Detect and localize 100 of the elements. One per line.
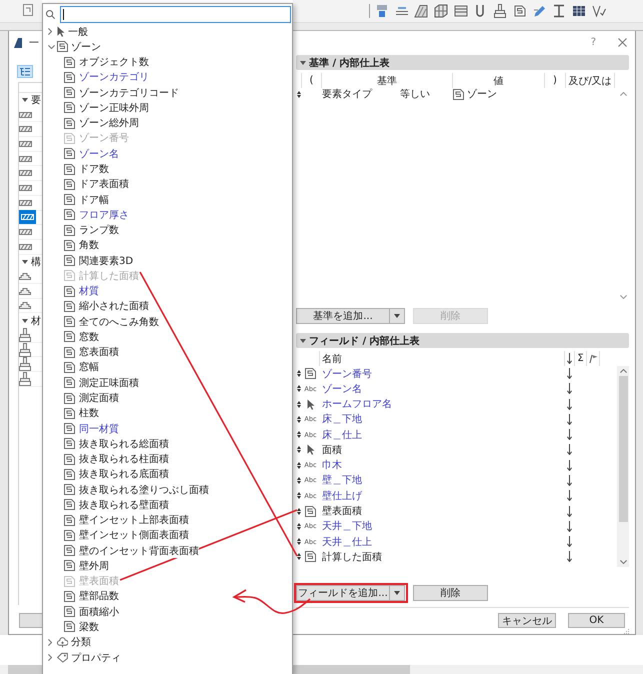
ok-button[interactable]: OK	[568, 613, 625, 628]
tree-view-button[interactable]	[17, 65, 33, 78]
add-field-button[interactable]: フィールドを追加...	[296, 585, 390, 601]
tree-item[interactable]: 抜き取られる柱面積	[79, 452, 169, 466]
tree-item[interactable]: 窓幅	[79, 360, 99, 374]
tree-item[interactable]: 抜き取られる底面積	[79, 467, 169, 482]
tree-item[interactable]: 面積縮小	[79, 604, 119, 619]
tree-item[interactable]: 窓表面積	[79, 345, 119, 360]
wall-icon[interactable]	[19, 140, 32, 147]
frame-icon[interactable]	[23, 4, 33, 16]
chevron-up-icon[interactable]	[620, 369, 626, 373]
tree-item[interactable]: 測定正味面積	[79, 376, 139, 390]
tree-item[interactable]: 壁インセット上部表面積	[79, 513, 189, 528]
stair-icon[interactable]	[19, 301, 31, 310]
pencil-icon[interactable]	[532, 4, 546, 18]
caret-down-icon[interactable]	[300, 338, 306, 342]
scrollbar-thumb[interactable]	[8, 665, 42, 674]
tree-item[interactable]: ランプ数	[79, 223, 119, 238]
drag-handle-icon[interactable]	[297, 416, 301, 423]
tree-item[interactable]: 材質	[79, 284, 99, 298]
tree-item[interactable]: ゾーン名	[79, 146, 119, 161]
brush-icon[interactable]	[19, 357, 31, 372]
zone-icon[interactable]	[512, 4, 527, 18]
tree-item[interactable]: ゾーン正味外周	[79, 100, 149, 115]
field-name[interactable]: ゾーン名	[322, 384, 362, 395]
block-icon[interactable]	[375, 4, 389, 18]
i-beam-icon[interactable]	[552, 4, 566, 18]
drag-handle-icon[interactable]	[297, 462, 301, 469]
tree-item[interactable]: オブジェクト数	[79, 55, 149, 70]
drag-handle-icon[interactable]	[297, 538, 301, 546]
tree-item[interactable]: フロア厚さ	[79, 208, 129, 222]
add-criterion-button[interactable]: 基準を追加...	[296, 308, 390, 324]
striped-panel-icon[interactable]	[454, 4, 468, 18]
cancel-button[interactable]: キャンセル	[498, 613, 556, 628]
delete-button[interactable]: 削除	[413, 585, 488, 601]
tree-item[interactable]: 抜き取られる総面積	[79, 436, 169, 451]
stair-icon[interactable]	[19, 272, 31, 280]
field-name[interactable]: 天井＿仕上	[322, 536, 372, 548]
wall-icon[interactable]	[19, 126, 32, 132]
chevron-down-icon[interactable]	[620, 295, 626, 299]
tree-item[interactable]: ゾーンカテゴリコード	[79, 86, 179, 100]
stair-icon[interactable]	[19, 286, 31, 295]
field-name[interactable]: ホームフロア名	[322, 399, 392, 410]
tree-item[interactable]: 梁数	[79, 620, 99, 634]
field-name[interactable]: 壁仕上げ	[322, 490, 362, 502]
chevron-right-icon[interactable]	[48, 638, 52, 646]
tree-item[interactable]: ゾーン総外周	[79, 116, 139, 130]
dropdown-button[interactable]	[390, 308, 405, 324]
field-name[interactable]: 天井＿下地	[322, 521, 372, 532]
wall-icon[interactable]	[19, 112, 32, 118]
drag-handle-icon[interactable]	[297, 90, 301, 98]
wall-icon[interactable]	[19, 170, 32, 176]
caret-down-icon[interactable]	[300, 60, 306, 64]
wall-icon[interactable]	[19, 244, 32, 250]
field-name[interactable]: 床＿下地	[322, 414, 362, 426]
chevron-down-icon[interactable]	[48, 44, 55, 49]
caret-down-icon[interactable]	[22, 260, 28, 264]
tree-item[interactable]: 一般	[68, 24, 88, 39]
section-header[interactable]: フィールド / 内部仕上表	[296, 333, 629, 348]
wall-icon[interactable]	[19, 156, 32, 162]
hatched-shape-icon[interactable]	[414, 4, 428, 18]
search-field[interactable]	[60, 6, 291, 22]
tree-item[interactable]: 壁部品数	[79, 589, 119, 604]
tree-item[interactable]: ゾーンカテゴリ	[79, 70, 149, 84]
dropdown-button[interactable]	[390, 585, 405, 601]
field-name[interactable]: ゾーン番号	[322, 368, 372, 380]
field-name[interactable]: 計算した面積	[322, 552, 382, 563]
drag-handle-icon[interactable]	[297, 508, 301, 515]
tree-item[interactable]: ゾーン	[71, 40, 101, 54]
field-name[interactable]: 壁＿下地	[322, 475, 362, 486]
field-name[interactable]: 床＿仕上	[322, 430, 362, 441]
tree-item[interactable]: 壁のインセット背面表面積	[79, 544, 199, 558]
brush-icon[interactable]	[19, 328, 31, 342]
tree-item[interactable]: 縮小された面積	[79, 299, 149, 314]
section-header[interactable]: 基準 / 内部仕上表	[296, 55, 629, 70]
drag-handle-icon[interactable]	[297, 370, 301, 378]
chevron-up-icon[interactable]	[620, 92, 626, 96]
drag-handle-icon[interactable]	[297, 476, 301, 484]
checkmark-icon[interactable]	[592, 4, 606, 18]
tree-item[interactable]: 柱数	[79, 406, 99, 420]
field-name[interactable]: 壁表面積	[322, 506, 362, 518]
tree-item[interactable]: 関連要素3D	[79, 254, 134, 268]
field-name[interactable]: 面積	[322, 444, 342, 456]
tree-item[interactable]: 同一材質	[79, 422, 119, 436]
chevron-right-icon[interactable]	[48, 28, 52, 36]
scrollbar[interactable]	[617, 366, 629, 567]
tree-item[interactable]: 抜き取られる塗りつぶし面積	[79, 482, 209, 497]
drag-handle-icon[interactable]	[297, 553, 301, 560]
brush-icon[interactable]	[19, 342, 31, 357]
brush-icon[interactable]	[19, 372, 31, 386]
tree-item[interactable]: 全てのへこみ角数	[79, 314, 159, 329]
mesh-icon[interactable]	[434, 4, 448, 18]
tree-item[interactable]: 角数	[79, 238, 99, 252]
tree-item[interactable]: 測定面積	[79, 391, 119, 405]
field-name[interactable]: 巾木	[322, 460, 342, 472]
tree-item[interactable]: 抜き取られる壁面積	[79, 498, 169, 512]
tree-item[interactable]: 分類	[71, 635, 91, 650]
drag-handle-icon[interactable]	[297, 431, 301, 438]
caret-down-icon[interactable]	[22, 98, 28, 102]
drag-handle-icon[interactable]	[297, 446, 301, 454]
